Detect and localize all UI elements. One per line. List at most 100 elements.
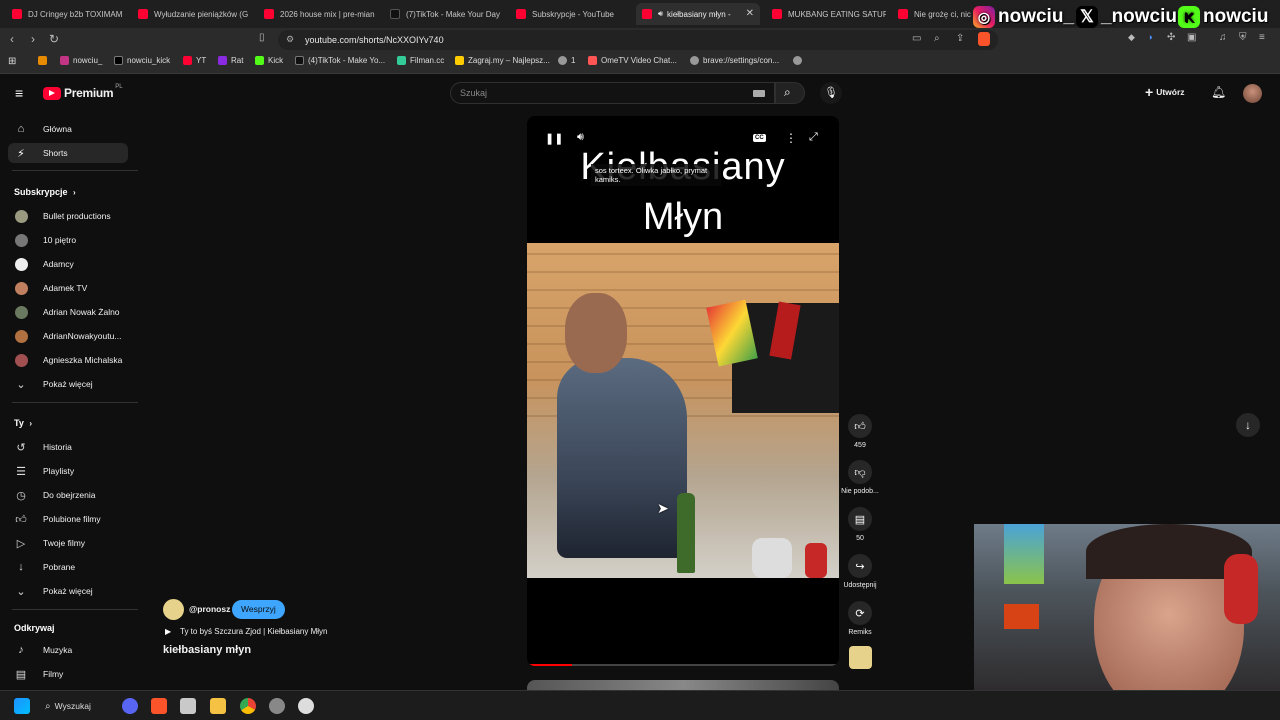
tab-4[interactable]: (7)TikTok - Make Your Day bbox=[384, 3, 504, 25]
bookmark-item[interactable]: (4)TikTok - Make Yo... bbox=[295, 56, 385, 65]
bookmark-item[interactable]: YT bbox=[183, 56, 206, 65]
sidebar-item-home[interactable]: ⌂ Główna bbox=[8, 119, 128, 139]
file-explorer-icon[interactable] bbox=[210, 698, 226, 714]
you-header[interactable]: Ty › bbox=[14, 418, 32, 428]
bookmark-item[interactable]: 1 bbox=[558, 56, 575, 65]
captions-icon[interactable]: CC bbox=[753, 134, 766, 142]
share-icon[interactable]: ⇪ bbox=[956, 33, 964, 44]
obs-icon[interactable] bbox=[269, 698, 285, 714]
sidebar-item-playlists[interactable]: ☰ Playlisty bbox=[8, 461, 128, 481]
bookmark-icon[interactable]: ▯ bbox=[259, 32, 265, 43]
notifications-bell-icon[interactable]: 🔔︎ bbox=[1211, 85, 1226, 99]
menu-icon[interactable]: ≡ bbox=[1259, 32, 1265, 43]
bookmark-item[interactable]: OmeTV Video Chat... bbox=[588, 56, 677, 65]
brave-icon[interactable] bbox=[151, 698, 167, 714]
share-button[interactable]: ↪ Udostępnij bbox=[843, 554, 877, 589]
volume-icon[interactable]: 🔊︎ bbox=[577, 131, 584, 144]
tab-1[interactable]: DJ Cringey b2b TOXIMAM bbox=[6, 3, 126, 25]
discord-icon[interactable] bbox=[122, 698, 138, 714]
comments-button[interactable]: ▤ 50 bbox=[847, 507, 873, 542]
search-input[interactable]: Szukaj bbox=[450, 82, 775, 104]
bookmark-item[interactable]: Kick bbox=[255, 56, 283, 65]
forward-icon[interactable]: › bbox=[31, 32, 35, 46]
bookmark-item[interactable]: brave://settings/con... bbox=[690, 56, 779, 65]
tiktok-favicon bbox=[390, 9, 400, 19]
zoom-icon[interactable]: ⌕ bbox=[934, 33, 940, 44]
sidebar-item-films[interactable]: ▤ Filmy bbox=[8, 664, 128, 684]
like-button[interactable]: 👍︎ 459 bbox=[847, 414, 873, 449]
sidebar-item-music[interactable]: ♪ Muzyka bbox=[8, 640, 128, 660]
next-short-button[interactable]: ↓ bbox=[1236, 413, 1260, 437]
taskbar-search[interactable]: ⌕ Wyszukaj bbox=[45, 697, 91, 715]
shorts-video-player[interactable]: Kiełbasiany Młyn sos torteex. Oliwka jab… bbox=[527, 116, 839, 666]
youtube-logo[interactable]: Premium PL bbox=[43, 84, 123, 100]
keyboard-icon[interactable] bbox=[753, 90, 765, 97]
sidebar-item-your-videos[interactable]: ▷ Twoje filmy bbox=[8, 533, 128, 553]
bookmark-item[interactable] bbox=[793, 56, 806, 65]
remix-button[interactable]: ⟳ Remiks bbox=[847, 601, 873, 636]
reload-icon[interactable]: ↻ bbox=[49, 32, 59, 46]
subscription-item[interactable]: Adrian Nowak Żalno bbox=[8, 302, 128, 322]
create-button[interactable]: + Utwórz bbox=[1145, 84, 1185, 100]
media-icon[interactable]: ♫ bbox=[1219, 32, 1227, 43]
subscription-item[interactable]: 10 piętro bbox=[8, 230, 128, 250]
more-options-icon[interactable]: ⋮ bbox=[785, 131, 797, 145]
audio-track-link[interactable]: Ty to byś Szczura Zjod | Kiełbasiany Mły… bbox=[180, 627, 327, 636]
avatar[interactable] bbox=[1243, 84, 1262, 103]
progress-bar[interactable] bbox=[527, 664, 839, 666]
app-icon[interactable] bbox=[298, 698, 314, 714]
subscription-item[interactable]: Agnieszka Michalska bbox=[8, 350, 128, 370]
show-more-subscriptions[interactable]: ⌄ Pokaż więcej bbox=[8, 374, 128, 394]
search-button[interactable]: ⌕ bbox=[775, 82, 805, 104]
tab-7[interactable]: MUKBANG EATING SATUR bbox=[766, 3, 886, 25]
sidebar-item-liked[interactable]: 👍︎ Polubione filmy bbox=[8, 509, 128, 529]
vpn-icon[interactable]: ⛨ bbox=[1239, 32, 1247, 43]
windows-start-icon[interactable] bbox=[14, 698, 30, 714]
close-icon[interactable]: ✕ bbox=[746, 8, 754, 19]
hamburger-menu-icon[interactable]: ≡ bbox=[15, 85, 23, 101]
sidebar-item-downloads[interactable]: ↓ Pobrane bbox=[8, 557, 128, 577]
bookmark-folder[interactable] bbox=[38, 56, 51, 65]
audio-thumbnail[interactable] bbox=[849, 646, 872, 669]
extension-icon[interactable]: ◆ bbox=[1128, 32, 1135, 43]
tab-5[interactable]: Subskrypcje - YouTube bbox=[510, 3, 630, 25]
subscription-item[interactable]: Adamek TV bbox=[8, 278, 128, 298]
chrome-icon[interactable] bbox=[240, 698, 256, 714]
apps-grid-icon[interactable]: ⊞ bbox=[8, 56, 16, 67]
brave-shield-icon[interactable] bbox=[978, 32, 990, 46]
bookmark-item[interactable]: Filman.cc bbox=[397, 56, 444, 65]
fullscreen-icon[interactable]: ⤢ bbox=[809, 131, 818, 144]
subscription-item[interactable]: Bullet productions bbox=[8, 206, 128, 226]
sidebar-item-shorts[interactable]: ⚡︎ Shorts bbox=[8, 143, 128, 163]
bookmark-item[interactable]: Zagraj.my – Najlepsz... bbox=[455, 56, 550, 65]
channel-avatar[interactable] bbox=[163, 599, 184, 620]
bookmark-item[interactable]: Rat bbox=[218, 56, 243, 65]
support-button[interactable]: Wesprzyj bbox=[232, 600, 285, 619]
show-more-you[interactable]: ⌄ Pokaż więcej bbox=[8, 581, 128, 601]
app-icon[interactable] bbox=[180, 698, 196, 714]
site-info-icon[interactable]: ⚙ bbox=[286, 34, 294, 45]
tab-6-active[interactable]: 🔊︎ kiełbasiany młyn - ✕ bbox=[636, 3, 760, 25]
bookmark-item[interactable]: nowciu_kick bbox=[114, 56, 170, 65]
sidebar-item-watch-later[interactable]: ◷ Do obejrzenia bbox=[8, 485, 128, 505]
subscription-item[interactable]: AdrianNowakyoutu... bbox=[8, 326, 128, 346]
dislike-button[interactable]: 👎︎ Nie podob... bbox=[841, 460, 879, 495]
url-field[interactable]: ⚙ youtube.com/shorts/NcXXOIYv740 ▭ ⌕ ⇪ bbox=[278, 30, 998, 50]
back-icon[interactable]: ‹ bbox=[10, 32, 14, 46]
sidebar-icon[interactable]: ▣ bbox=[1187, 32, 1196, 43]
microphone-button[interactable]: 🎙︎ bbox=[820, 82, 842, 104]
bookmark-item[interactable]: nowciu_ bbox=[60, 56, 102, 65]
next-short-preview[interactable] bbox=[527, 680, 839, 690]
address-bar-row: ‹ › ↻ ▯ ⚙ youtube.com/shorts/NcXXOIYv740… bbox=[0, 28, 1280, 52]
channel-handle[interactable]: @pronosz bbox=[189, 604, 230, 614]
pause-icon[interactable]: ❚❚ bbox=[545, 132, 563, 145]
extension-icon[interactable]: ◗ bbox=[1148, 32, 1153, 42]
cast-icon[interactable]: ▭ bbox=[912, 33, 921, 44]
tab-2[interactable]: Wyłudzanie pieniążków (G bbox=[132, 3, 252, 25]
tab-8[interactable]: Nie grożę ci, nic bbox=[892, 3, 972, 25]
subscription-item[interactable]: Adamcy bbox=[8, 254, 128, 274]
sidebar-item-history[interactable]: ↺ Historia bbox=[8, 437, 128, 457]
tab-3[interactable]: 2026 house mix | pre-mian bbox=[258, 3, 378, 25]
extensions-puzzle-icon[interactable]: ✣ bbox=[1167, 32, 1175, 43]
subscriptions-header[interactable]: Subskrypcje › bbox=[14, 187, 76, 197]
